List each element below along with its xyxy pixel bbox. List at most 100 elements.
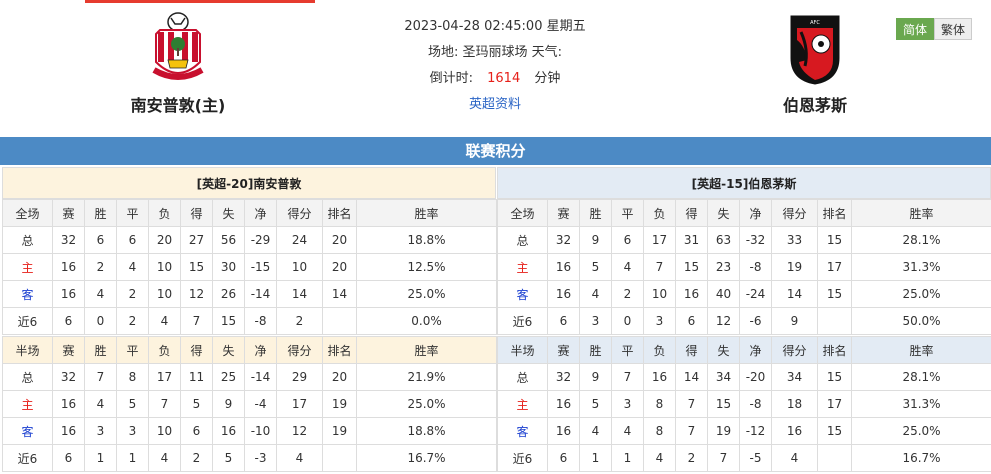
table-row: 总 32 9 6 17 31 63 -32 33 15 28.1%: [497, 226, 991, 254]
stat-cell: 6: [52, 444, 85, 472]
column-header: 全场: [497, 199, 548, 227]
stat-cell: 27: [180, 226, 213, 254]
column-header: 胜: [84, 199, 117, 227]
stat-cell: 3: [579, 307, 612, 335]
stat-cell: 34: [707, 363, 740, 391]
stat-cell: -12: [739, 417, 772, 445]
stat-cell: 2: [611, 280, 644, 308]
stat-cell: 0: [611, 307, 644, 335]
stat-cell: 7: [148, 390, 181, 418]
row-label: 近6: [2, 307, 53, 335]
stat-cell: 15: [675, 253, 708, 281]
stat-cell: 3: [84, 417, 117, 445]
column-header: 赛: [547, 199, 580, 227]
stat-cell: -4: [244, 390, 277, 418]
lang-simplified-button[interactable]: 简体: [896, 18, 934, 40]
home-team-name: 南安普敦(主): [130, 96, 226, 115]
column-header: 赛: [547, 336, 580, 364]
row-label: 客: [2, 280, 53, 308]
away-team[interactable]: AFC 伯恩茅斯: [770, 10, 860, 116]
stat-cell: 24: [276, 226, 323, 254]
stat-cell: 32: [52, 226, 85, 254]
lang-traditional-button[interactable]: 繁体: [934, 18, 972, 40]
column-header: 平: [611, 199, 644, 227]
column-header: 得: [180, 199, 213, 227]
win-rate-cell: 0.0%: [356, 307, 497, 335]
table-row: 近6 6 1 1 4 2 5 -3 4 16.7%: [2, 444, 497, 472]
stat-cell: 31: [675, 226, 708, 254]
stat-cell: 5: [116, 390, 149, 418]
weather-label: 天气:: [531, 45, 563, 60]
stat-cell: 8: [643, 417, 676, 445]
row-label: 客: [497, 280, 548, 308]
stat-cell: 4: [611, 253, 644, 281]
table-row: 近6 6 1 1 4 2 7 -5 4 16.7%: [497, 444, 991, 472]
stat-cell: 16: [547, 280, 580, 308]
column-header: 胜率: [851, 199, 991, 227]
column-header: 平: [611, 336, 644, 364]
stat-cell: 56: [212, 226, 245, 254]
stat-cell: 14: [771, 280, 818, 308]
stat-cell: 7: [84, 363, 117, 391]
column-header: 排名: [322, 199, 357, 227]
column-header: 得分: [276, 199, 323, 227]
stat-cell: -29: [244, 226, 277, 254]
win-rate-cell: 25.0%: [356, 390, 497, 418]
table-row: 主 16 4 5 7 5 9 -4 17 19 25.0%: [2, 390, 497, 418]
column-header: 胜率: [356, 199, 497, 227]
home-half-table: 半场赛胜平负得失净得分 排名 胜率总 32 7 8 17 11 25 -14 29 20 21.9% 主 1…: [2, 336, 497, 472]
stat-cell: -14: [244, 363, 277, 391]
row-label: 总: [497, 363, 548, 391]
win-rate-cell: 18.8%: [356, 417, 497, 445]
row-label: 近6: [2, 444, 53, 472]
stat-cell: 16: [547, 390, 580, 418]
stat-cell: -24: [739, 280, 772, 308]
stat-cell: 7: [675, 417, 708, 445]
table-row: 客 16 4 2 10 12 26 -14 14 14 25.0%: [2, 280, 497, 308]
column-header: 得分: [771, 199, 818, 227]
column-header: 净: [244, 199, 277, 227]
row-label: 总: [2, 363, 53, 391]
column-header: 负: [643, 336, 676, 364]
stat-cell: 16: [52, 417, 85, 445]
stat-cell: 2: [276, 307, 323, 335]
stat-cell: 4: [148, 444, 181, 472]
stat-cell: 12: [707, 307, 740, 335]
league-info-link[interactable]: 英超资料: [469, 97, 521, 112]
stat-cell: 2: [116, 280, 149, 308]
stat-cell: -5: [739, 444, 772, 472]
stat-cell: 32: [52, 363, 85, 391]
row-label: 近6: [497, 444, 548, 472]
stat-cell: 17: [148, 363, 181, 391]
stat-cell: 17: [817, 253, 852, 281]
row-label: 主: [2, 253, 53, 281]
stat-cell: 16: [52, 280, 85, 308]
win-rate-cell: 50.0%: [851, 307, 991, 335]
stat-cell: 5: [579, 253, 612, 281]
stat-cell: 4: [611, 417, 644, 445]
away-standings-panel: [英超-15]伯恩茅斯 全场赛胜平负得失净得分 排名 胜率总 32 9 6 17 31 63 -3…: [497, 167, 991, 472]
stat-cell: 17: [817, 390, 852, 418]
table-row: 近6 6 3 0 3 6 12 -6 9 50.0%: [497, 307, 991, 335]
countdown-label: 倒计时:: [429, 71, 473, 86]
stat-cell: 30: [212, 253, 245, 281]
row-label: 主: [497, 390, 548, 418]
countdown-unit: 分钟: [534, 71, 561, 86]
venue-weather: 场地: 圣玛丽球场 天气:: [340, 42, 650, 68]
stat-cell: -8: [739, 253, 772, 281]
stat-cell: 7: [643, 253, 676, 281]
stat-cell: 20: [322, 363, 357, 391]
stat-cell: 7: [707, 444, 740, 472]
stat-cell: 4: [84, 280, 117, 308]
table-header-row: 全场赛胜平负得失净得分 排名 胜率: [497, 199, 991, 227]
stat-cell: 4: [276, 444, 323, 472]
stat-cell: 9: [212, 390, 245, 418]
stat-cell: -20: [739, 363, 772, 391]
stat-cell: 15: [817, 363, 852, 391]
bournemouth-crest-icon: AFC: [790, 15, 840, 85]
column-header: 排名: [817, 336, 852, 364]
away-team-name: 伯恩茅斯: [782, 96, 847, 115]
home-team[interactable]: 南安普敦(主): [128, 10, 228, 116]
win-rate-cell: 18.8%: [356, 226, 497, 254]
stat-cell: 6: [547, 307, 580, 335]
